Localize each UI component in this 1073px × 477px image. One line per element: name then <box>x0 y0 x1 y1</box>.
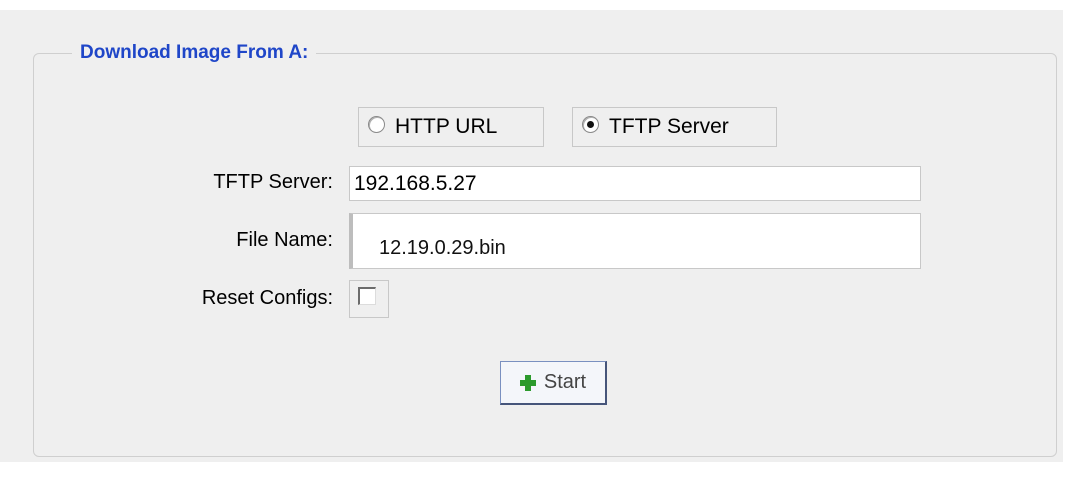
tftp-server-radio[interactable] <box>582 115 599 133</box>
start-button[interactable]: Start <box>500 361 607 405</box>
tftp-server-radio-label: TFTP Server <box>609 115 729 138</box>
download-panel: Download Image From A: HTTP URL TFTP Ser… <box>0 10 1063 462</box>
start-button-label: Start <box>543 371 587 393</box>
section-legend: Download Image From A: <box>80 42 309 63</box>
reset-configs-checkbox[interactable] <box>349 280 389 318</box>
reset-configs-checkbox-box[interactable] <box>358 287 376 305</box>
tftp-server-radio-option[interactable]: TFTP Server <box>572 107 777 147</box>
tftp-server-input[interactable] <box>349 166 921 201</box>
http-url-radio-label: HTTP URL <box>395 115 498 138</box>
reset-configs-label: Reset Configs: <box>201 287 333 309</box>
file-name-field-label: File Name: <box>236 229 333 251</box>
tftp-server-field-label: TFTP Server: <box>213 171 333 193</box>
plus-icon <box>519 374 536 391</box>
http-url-radio-option[interactable]: HTTP URL <box>358 107 544 147</box>
http-url-radio[interactable] <box>368 115 385 133</box>
file-name-input[interactable] <box>349 213 921 269</box>
